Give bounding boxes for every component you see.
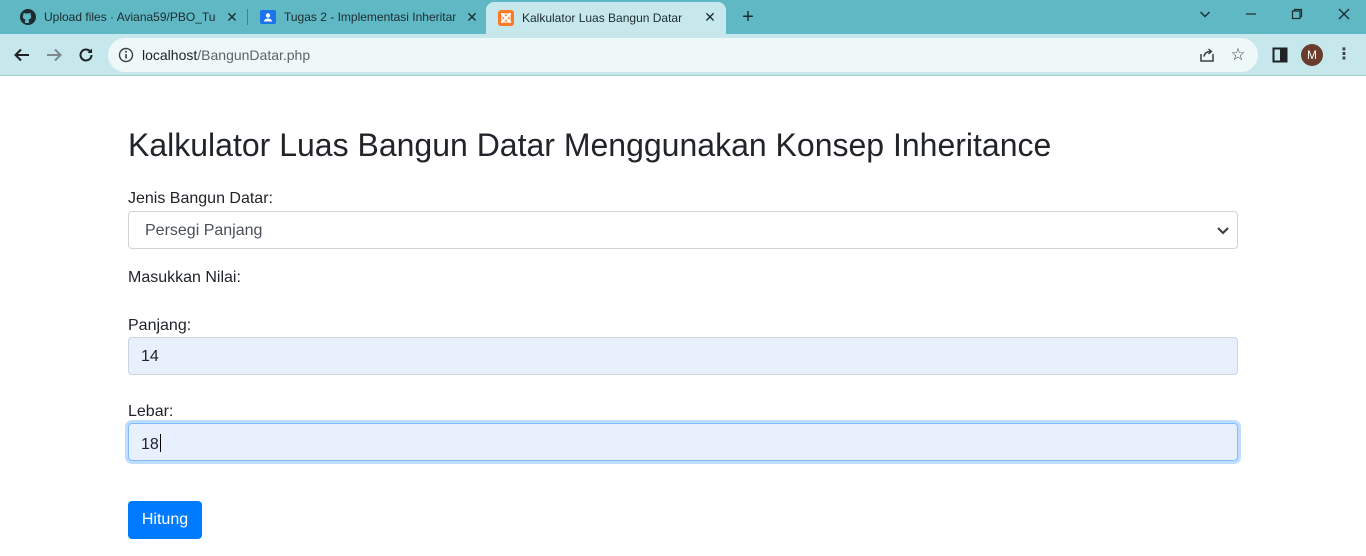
shape-type-label: Jenis Bangun Datar:: [128, 190, 273, 207]
reload-icon[interactable]: [74, 43, 98, 67]
github-icon: [20, 9, 36, 25]
restore-icon[interactable]: [1286, 4, 1308, 26]
tab-upload-files[interactable]: Upload files · Aviana59/PBO_Tug ✕: [0, 0, 248, 34]
panjang-input[interactable]: 14: [128, 337, 1238, 375]
lebar-input-value: 18: [141, 434, 161, 454]
page-body: Kalkulator Luas Bangun Datar Menggunakan…: [0, 77, 1366, 556]
lebar-label: Lebar:: [128, 403, 174, 420]
more-menu-icon[interactable]: ⋮: [1336, 45, 1352, 65]
back-arrow-icon[interactable]: [10, 43, 34, 67]
xampp-icon: [498, 10, 514, 26]
tab-close-icon[interactable]: ✕: [224, 9, 240, 25]
tab-title: Kalkulator Luas Bangun Datar: [522, 11, 683, 25]
bookmark-star-icon[interactable]: ☆: [1228, 45, 1248, 65]
tab-close-icon[interactable]: ✕: [464, 9, 480, 25]
minimize-icon[interactable]: [1240, 4, 1262, 26]
panjang-label: Panjang:: [128, 317, 192, 334]
profile-avatar[interactable]: M: [1301, 44, 1323, 66]
url-text: localhost/BangunDatar.php: [142, 47, 310, 63]
site-info-icon[interactable]: [118, 47, 134, 63]
tab-strip: Upload files · Aviana59/PBO_Tug ✕ Tugas …: [0, 0, 1366, 34]
tab-kalkulator-active[interactable]: Kalkulator Luas Bangun Datar ✕: [486, 2, 726, 34]
lebar-input[interactable]: 18: [128, 423, 1238, 461]
text-caret: [159, 434, 161, 452]
tab-title: Tugas 2 - Implementasi Inheritan: [284, 10, 456, 24]
hitung-button[interactable]: Hitung: [128, 501, 202, 539]
values-section-label: Masukkan Nilai:: [128, 269, 241, 286]
forward-arrow-icon[interactable]: [42, 43, 66, 67]
tab-search-chevron-icon[interactable]: [1194, 4, 1216, 26]
tab-close-icon[interactable]: ✕: [702, 9, 718, 25]
tab-tugas-2[interactable]: Tugas 2 - Implementasi Inheritan ✕: [248, 0, 488, 34]
lebar-input-text: 18: [141, 436, 159, 453]
chevron-down-icon: [1215, 222, 1231, 238]
url-path: /BangunDatar.php: [197, 47, 311, 63]
address-bar[interactable]: localhost/BangunDatar.php ☆: [108, 38, 1258, 72]
close-window-icon[interactable]: [1333, 4, 1355, 26]
tab-title: Upload files · Aviana59/PBO_Tug: [44, 10, 216, 24]
side-panel-icon[interactable]: [1272, 47, 1288, 63]
page-title: Kalkulator Luas Bangun Datar Menggunakan…: [128, 127, 1052, 163]
url-host: localhost: [142, 47, 198, 63]
browser-toolbar: localhost/BangunDatar.php ☆ M ⋮: [0, 34, 1366, 76]
new-tab-plus-icon[interactable]: +: [737, 6, 759, 28]
shape-type-select[interactable]: Persegi Panjang: [128, 211, 1238, 249]
panjang-input-value: 14: [141, 348, 159, 365]
shape-type-selected-value: Persegi Panjang: [145, 222, 263, 239]
classroom-icon: [260, 9, 276, 25]
share-icon[interactable]: [1198, 46, 1216, 64]
